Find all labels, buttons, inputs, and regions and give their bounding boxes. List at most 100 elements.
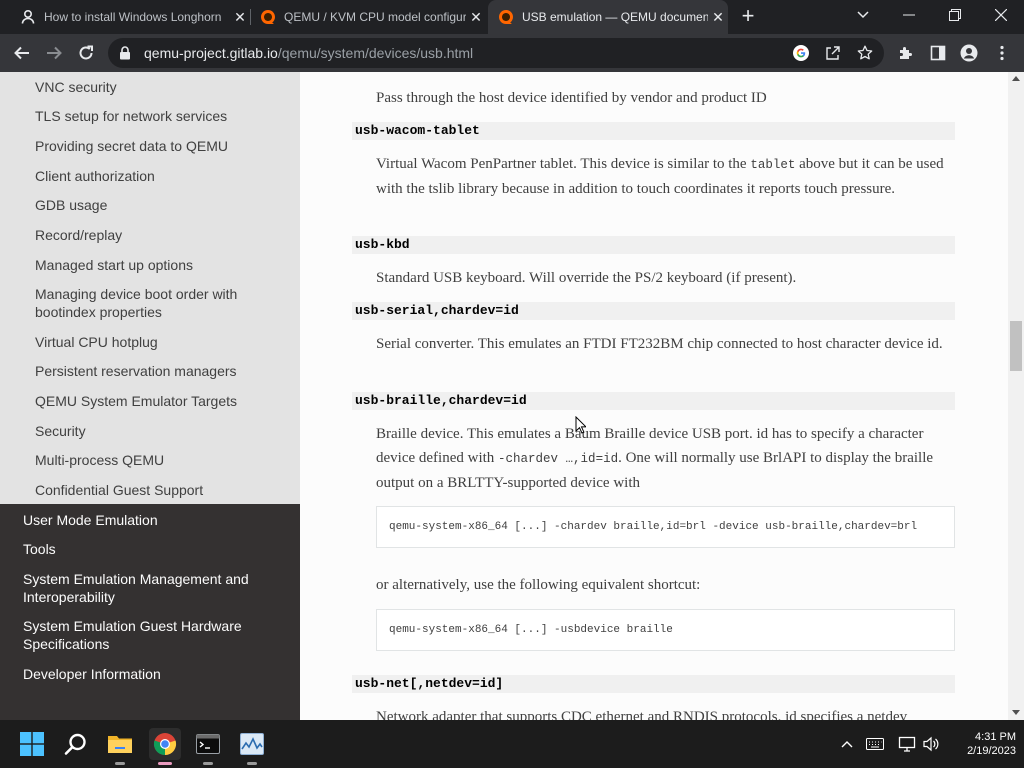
taskbar-search-button[interactable] [60,728,92,760]
new-tab-button[interactable]: + [736,5,760,29]
sidebar-item-persistent-reservation[interactable]: Persistent reservation managers [35,362,280,380]
profile-button[interactable] [955,39,983,67]
sidebar-item-tools[interactable]: Tools [23,540,285,558]
forward-button[interactable] [40,39,68,67]
start-button[interactable] [16,728,48,760]
sidebar-item-vnc-security[interactable]: VNC security [35,78,280,96]
tab-qemu-cpu-model[interactable]: QEMU / KVM CPU model configuration ✕ [252,0,486,34]
sidebar-item-system-management[interactable]: System Emulation Management and Interope… [23,570,285,606]
tab-strip: How to install Windows Longhorn ✕ QEMU /… [0,0,1024,34]
bookmark-button[interactable] [854,42,876,64]
side-panel-button[interactable] [924,39,952,67]
sidebar-item-record-replay[interactable]: Record/replay [35,226,280,244]
windows-start-icon [20,732,44,756]
taskbar-chrome[interactable] [149,728,181,765]
share-icon [826,46,840,60]
reload-icon [79,45,93,60]
sidebar-item-multi-process[interactable]: Multi-process QEMU [35,451,280,469]
sidebar-item-tls-setup[interactable]: TLS setup for network services [35,107,280,125]
sidebar-sub-section: VNC security TLS setup for network servi… [0,72,300,504]
taskbar-file-explorer[interactable] [104,728,136,765]
page-scrollbar[interactable] [1008,72,1024,720]
page-viewport: VNC security TLS setup for network servi… [0,72,1024,720]
taskbar-clock[interactable]: 4:31 PM 2/19/2023 [950,730,1016,758]
sidebar-item-emulator-targets[interactable]: QEMU System Emulator Targets [35,392,280,410]
inline-code: tablet [750,158,796,172]
sidebar-item-confidential-guest[interactable]: Confidential Guest Support [35,481,280,499]
tab-title: USB emulation — QEMU documentation [522,10,708,24]
menu-button[interactable] [988,39,1016,67]
sidebar-item-secret-data[interactable]: Providing secret data to QEMU [35,137,280,155]
chevron-down-icon [857,11,869,19]
url-path: /qemu/system/devices/usb.html [277,45,474,61]
keyboard-icon [866,738,884,750]
chevron-up-icon [841,741,853,748]
reload-button[interactable] [72,39,100,67]
sidebar-item-managed-startup[interactable]: Managed start up options [35,256,280,274]
sidebar-item-security[interactable]: Security [35,422,280,440]
volume-tray-button[interactable] [920,732,942,756]
restore-button[interactable] [932,0,978,30]
google-icon [793,45,809,61]
close-icon [995,9,1007,21]
keyboard-tray-button[interactable] [864,732,886,756]
sidebar-item-client-authorization[interactable]: Client authorization [35,167,280,185]
term-usb-net: usb-net[,netdev=id] [352,675,955,693]
sidebar-item-boot-order[interactable]: Managing device boot order with bootinde… [35,285,280,321]
sidebar-item-guest-hardware[interactable]: System Emulation Guest Hardware Specific… [23,617,285,653]
url-text[interactable]: qemu-project.gitlab.io/qemu/system/devic… [144,45,473,61]
back-button[interactable] [8,39,36,67]
close-icon[interactable]: ✕ [708,7,728,27]
browser-toolbar: qemu-project.gitlab.io/qemu/system/devic… [0,34,1024,72]
minimize-button[interactable] [886,0,932,30]
braille-description: Braille device. This emulates a Baum Bra… [376,422,956,495]
sidebar-item-cpu-hotplug[interactable]: Virtual CPU hotplug [35,333,280,351]
chrome-icon [153,733,177,756]
close-icon[interactable]: ✕ [466,7,486,27]
running-indicator [158,762,172,765]
taskbar-task-manager[interactable] [236,728,268,765]
search-icon [64,733,86,755]
scroll-down-icon[interactable] [1012,710,1020,715]
lock-icon[interactable] [118,46,132,60]
address-bar[interactable]: qemu-project.gitlab.io/qemu/system/devic… [108,38,884,68]
running-indicator [247,762,257,765]
scrollbar-thumb[interactable] [1010,321,1022,371]
speaker-icon [923,736,939,752]
arrow-right-icon [47,46,62,60]
close-window-button[interactable] [978,0,1024,30]
share-button[interactable] [822,42,844,64]
taskbar-terminal[interactable] [192,728,224,765]
star-icon [857,45,873,60]
net-description: Network adapter that supports CDC ethern… [376,709,908,720]
extensions-button[interactable] [892,39,920,67]
tab-separator [250,9,251,25]
tab-windows-longhorn[interactable]: How to install Windows Longhorn ✕ [14,0,250,34]
puzzle-icon [900,47,912,59]
network-tray-button[interactable] [896,732,918,756]
clock-date: 2/19/2023 [967,745,1016,757]
profile-icon [960,44,978,62]
text: Virtual Wacom PenPartner tablet. This de… [376,156,751,172]
tab-search-button[interactable] [840,0,886,30]
close-icon[interactable]: ✕ [230,7,250,27]
tab-title: QEMU / KVM CPU model configuration [284,10,466,24]
term-usb-wacom-tablet: usb-wacom-tablet [352,122,955,140]
arrow-left-icon [14,46,29,60]
side-panel-icon [930,45,946,61]
show-hidden-icons-button[interactable] [836,732,858,756]
alternative-text: or alternatively, use the following equi… [376,577,701,593]
sidebar-item-gdb-usage[interactable]: GDB usage [35,196,280,214]
scroll-up-icon[interactable] [1012,76,1020,81]
network-icon [898,736,916,752]
docs-content: Pass through the host device identified … [300,72,1008,720]
sidebar-item-developer-information[interactable]: Developer Information [23,665,285,683]
sidebar-item-user-mode[interactable]: User Mode Emulation [23,511,285,529]
task-manager-icon [240,733,264,755]
google-lens-button[interactable] [790,42,812,64]
restore-icon [949,9,961,21]
tab-usb-emulation[interactable]: USB emulation — QEMU documentation ✕ [488,0,728,34]
code-block-usbdevice[interactable]: qemu-system-x86_64 [...] -usbdevice brai… [376,609,955,651]
code-block-braille[interactable]: qemu-system-x86_64 [...] -chardev braill… [376,506,955,548]
running-indicator [115,762,125,765]
